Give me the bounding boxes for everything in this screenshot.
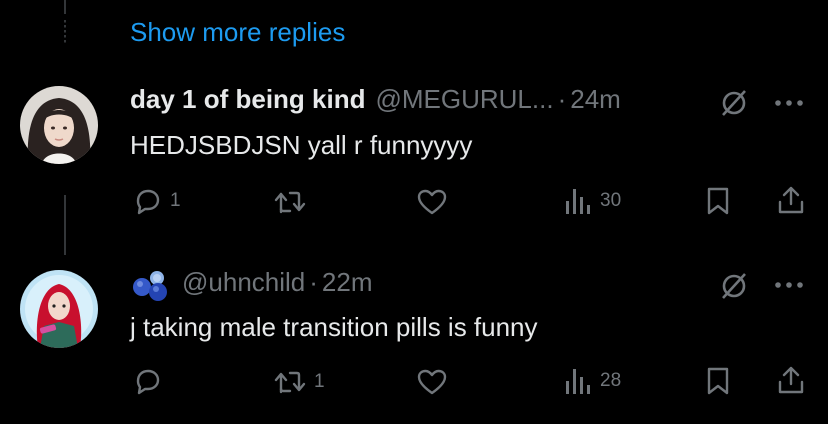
timestamp[interactable]: 24m <box>570 84 621 115</box>
like-icon[interactable] <box>416 188 448 216</box>
separator: · <box>557 84 567 114</box>
grok-icon[interactable] <box>718 270 750 302</box>
display-name[interactable]: day 1 of being kind <box>130 84 365 115</box>
handle[interactable]: @MEGURUL... <box>375 84 553 115</box>
bookmark-icon[interactable] <box>706 186 730 216</box>
bookmark-icon[interactable] <box>706 366 730 396</box>
view-count: 28 <box>600 370 622 391</box>
show-more-replies-link[interactable]: Show more replies <box>130 17 345 48</box>
post-header: @uhnchild · 22m <box>182 267 373 298</box>
view-count: 30 <box>600 190 622 211</box>
share-icon[interactable] <box>776 184 806 216</box>
repost-icon[interactable] <box>272 367 308 397</box>
views-icon[interactable] <box>564 366 592 396</box>
repost-icon[interactable] <box>272 187 308 217</box>
thread-dots <box>64 20 66 44</box>
repost-count: 1 <box>314 371 325 392</box>
thread-line-top <box>64 0 66 14</box>
more-icon[interactable] <box>774 98 804 108</box>
separator: · <box>309 267 318 297</box>
timestamp[interactable]: 22m <box>322 267 373 298</box>
thread-line-mid <box>64 195 66 255</box>
avatar[interactable] <box>20 270 98 348</box>
reply-count: 1 <box>170 190 181 211</box>
reply-icon[interactable] <box>132 366 162 396</box>
handle[interactable]: @uhnchild <box>182 267 305 298</box>
like-icon[interactable] <box>416 368 448 396</box>
post-text: HEDJSBDJSN yall r funnyyyy <box>130 130 473 160</box>
share-icon[interactable] <box>776 364 806 396</box>
reply-icon[interactable] <box>132 186 162 216</box>
more-icon[interactable] <box>774 280 804 290</box>
views-icon[interactable] <box>564 186 592 216</box>
blue-balloons-icon <box>130 268 172 302</box>
post-text: j taking male transition pills is funny <box>130 312 538 342</box>
grok-icon[interactable] <box>718 87 750 119</box>
post-header: day 1 of being kind @MEGURUL... · 24m <box>130 84 621 115</box>
avatar[interactable] <box>20 86 98 164</box>
